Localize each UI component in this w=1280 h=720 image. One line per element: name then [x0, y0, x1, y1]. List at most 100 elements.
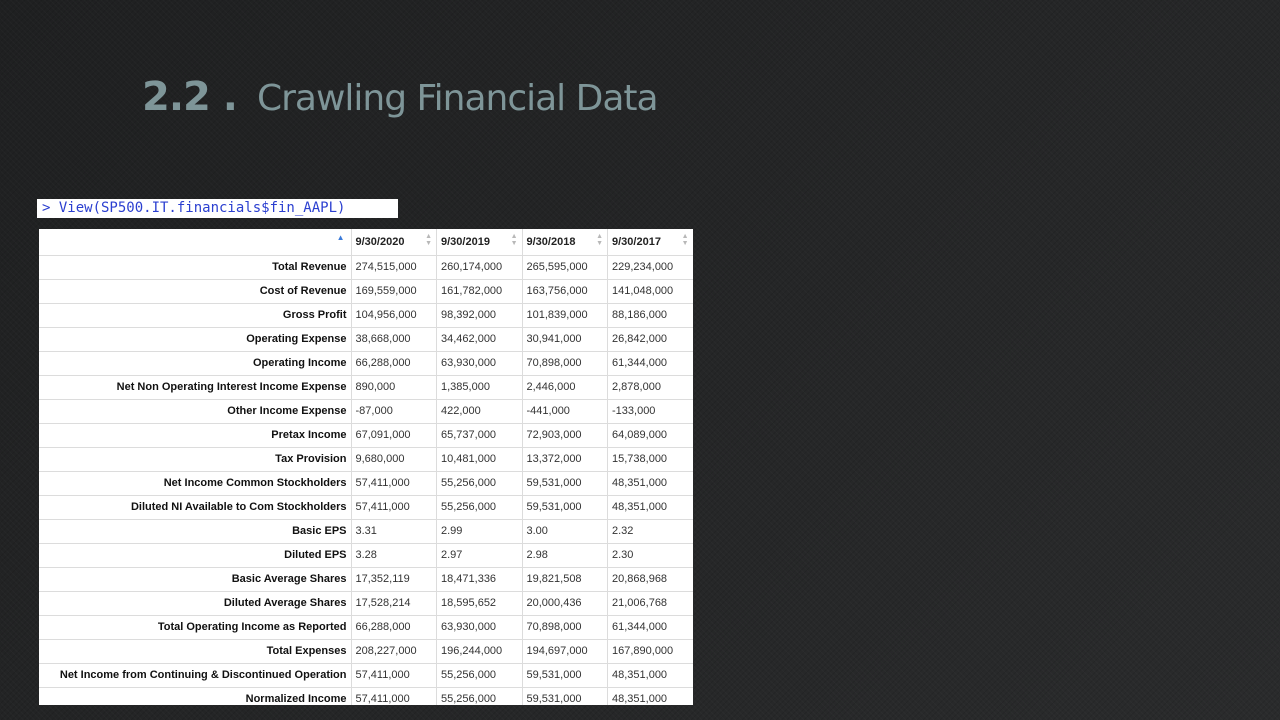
- row-label: Total Expenses: [39, 639, 352, 664]
- table-cell: 26,842,000: [607, 327, 693, 352]
- table-row: Operating Expense 38,668,000 34,462,000 30,…: [39, 327, 693, 352]
- row-label: Tax Provision: [39, 447, 352, 472]
- sort-icon[interactable]: ▲ ▼: [511, 233, 518, 247]
- row-label: Basic EPS: [39, 519, 352, 544]
- row-label: Other Income Expense: [39, 399, 352, 424]
- table-body: Total Revenue 274,515,000 260,174,000 265,5…: [39, 255, 693, 705]
- table-row: Total Expenses 208,227,000 196,244,000 194,…: [39, 639, 693, 664]
- row-label: Net Income Common Stockholders: [39, 471, 352, 496]
- table-cell: 2,878,000: [607, 375, 693, 400]
- row-label: Net Non Operating Interest Income Expens…: [39, 375, 352, 400]
- table-cell: 59,531,000: [522, 495, 608, 520]
- table-cell: 890,000: [351, 375, 437, 400]
- row-label: Diluted NI Available to Com Stockholders: [39, 495, 352, 520]
- slide-heading: Crawling Financial Data: [256, 78, 659, 119]
- table-cell: 196,244,000: [436, 639, 523, 664]
- table-cell: 3.31: [351, 519, 437, 544]
- column-header[interactable]: 9/30/2017 ▲ ▼: [607, 229, 693, 256]
- column-header-label: 9/30/2018: [526, 235, 576, 248]
- table-cell: -441,000: [522, 399, 608, 424]
- table-cell: 61,344,000: [607, 351, 693, 376]
- table-cell: 3.00: [522, 519, 608, 544]
- table-cell: 15,738,000: [607, 447, 693, 472]
- table-cell: 65,737,000: [436, 423, 523, 448]
- table-row: Gross Profit 104,956,000 98,392,000 101,839…: [39, 303, 693, 328]
- slide-title: 2.2 . Crawling Financial Data: [142, 74, 659, 120]
- table-cell: 38,668,000: [351, 327, 437, 352]
- row-names-header[interactable]: ▲: [39, 229, 352, 256]
- row-label: Operating Income: [39, 351, 352, 376]
- column-header-label: 9/30/2017: [612, 235, 661, 248]
- table-cell: 18,471,336: [436, 567, 523, 592]
- column-header-label: 9/30/2019: [441, 235, 490, 248]
- table-cell: 48,351,000: [607, 471, 693, 496]
- table-cell: 67,091,000: [351, 423, 437, 448]
- table-cell: 2.99: [436, 519, 523, 544]
- table-cell: -133,000: [607, 399, 693, 424]
- sort-icon[interactable]: ▲ ▼: [682, 233, 689, 247]
- table-row: Net Non Operating Interest Income Expens…: [39, 375, 693, 400]
- column-header[interactable]: 9/30/2020 ▲ ▼: [351, 229, 437, 256]
- table-cell: 59,531,000: [522, 687, 608, 705]
- row-label: Basic Average Shares: [39, 567, 352, 592]
- row-label: Cost of Revenue: [39, 279, 352, 304]
- table-cell: 57,411,000: [351, 687, 437, 705]
- table-cell: 167,890,000: [607, 639, 693, 664]
- table-row: Operating Income 66,288,000 63,930,000 70,8…: [39, 351, 693, 376]
- table-cell: 20,000,436: [522, 591, 608, 616]
- table-row: Tax Provision 9,680,000 10,481,000 13,372,0…: [39, 447, 693, 472]
- table-cell: 63,930,000: [436, 615, 523, 640]
- sort-icon[interactable]: ▲ ▼: [596, 233, 603, 247]
- table-cell: 59,531,000: [522, 663, 608, 688]
- table-cell: 10,481,000: [436, 447, 523, 472]
- table-row: Net Income Common Stockholders 57,411,000…: [39, 471, 693, 496]
- table-cell: 194,697,000: [522, 639, 608, 664]
- column-header[interactable]: 9/30/2019 ▲ ▼: [436, 229, 523, 256]
- table-cell: 66,288,000: [351, 615, 437, 640]
- table-cell: 70,898,000: [522, 615, 608, 640]
- table-cell: 48,351,000: [607, 495, 693, 520]
- table-row: Pretax Income 67,091,000 65,737,000 72,903,…: [39, 423, 693, 448]
- table-cell: 66,288,000: [351, 351, 437, 376]
- table-cell: 48,351,000: [607, 663, 693, 688]
- table-cell: 63,930,000: [436, 351, 523, 376]
- table-row: Normalized Income 57,411,000 55,256,000 59,…: [39, 687, 693, 705]
- table-cell: 55,256,000: [436, 663, 523, 688]
- sort-icon[interactable]: ▲ ▼: [425, 233, 432, 247]
- table-cell: 104,956,000: [351, 303, 437, 328]
- table-cell: -87,000: [351, 399, 437, 424]
- table-cell: 18,595,652: [436, 591, 523, 616]
- table-cell: 2.97: [436, 543, 523, 568]
- section-number: 2.2 .: [142, 74, 238, 120]
- row-label: Operating Expense: [39, 327, 352, 352]
- table-cell: 98,392,000: [436, 303, 523, 328]
- table-cell: 169,559,000: [351, 279, 437, 304]
- table-cell: 17,352,119: [351, 567, 437, 592]
- table-cell: 57,411,000: [351, 495, 437, 520]
- column-header[interactable]: 9/30/2018 ▲ ▼: [522, 229, 608, 256]
- table-cell: 19,821,508: [522, 567, 608, 592]
- row-label: Diluted Average Shares: [39, 591, 352, 616]
- table-cell: 9,680,000: [351, 447, 437, 472]
- table-cell: 141,048,000: [607, 279, 693, 304]
- sort-ascending-icon[interactable]: ▲: [337, 234, 345, 242]
- table-cell: 2.98: [522, 543, 608, 568]
- table-cell: 64,089,000: [607, 423, 693, 448]
- row-label: Net Income from Continuing & Discontinue…: [39, 663, 352, 688]
- column-header-label: 9/30/2020: [355, 235, 405, 248]
- table-cell: 3.28: [351, 543, 437, 568]
- table-cell: 17,528,214: [351, 591, 437, 616]
- table-cell: 55,256,000: [436, 687, 523, 705]
- table-cell: 13,372,000: [522, 447, 608, 472]
- console-command: > View(SP500.IT.financials$fin_AAPL): [37, 199, 398, 218]
- table-row: Net Income from Continuing & Discontinue…: [39, 663, 693, 688]
- table-cell: 2.30: [607, 543, 693, 568]
- table-row: Cost of Revenue 169,559,000 161,782,000 163…: [39, 279, 693, 304]
- table-cell: 59,531,000: [522, 471, 608, 496]
- table-cell: 34,462,000: [436, 327, 523, 352]
- table-cell: 101,839,000: [522, 303, 608, 328]
- table-cell: 1,385,000: [436, 375, 523, 400]
- table-cell: 55,256,000: [436, 495, 523, 520]
- table-row: Basic Average Shares 17,352,119 18,471,336…: [39, 567, 693, 592]
- table-cell: 229,234,000: [607, 255, 693, 280]
